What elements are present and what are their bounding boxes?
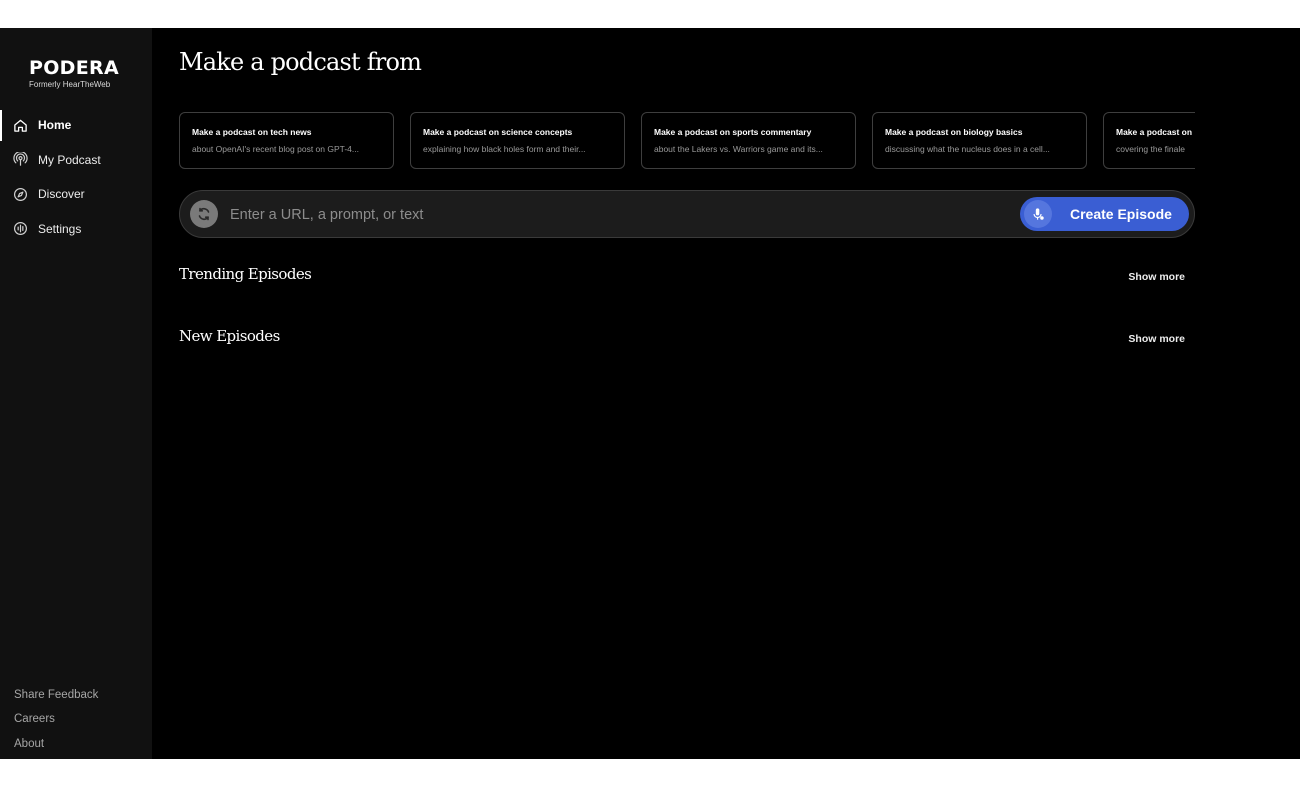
card-subtitle: explaining how black holes form and thei… — [423, 144, 586, 154]
card-title: Make a podcast on sports commentary — [654, 127, 812, 137]
share-feedback-link[interactable]: Share Feedback — [14, 683, 98, 708]
card-title: Make a podcast on tech news — [192, 127, 312, 137]
new-show-more-link[interactable]: Show more — [1128, 333, 1185, 345]
suggestion-card[interactable]: Make a podcast on biology basics discuss… — [872, 112, 1087, 169]
card-title: Make a podcast on science concepts — [423, 127, 573, 137]
logo[interactable]: PODERA Formerly HearTheWeb — [29, 57, 119, 89]
suggestion-card[interactable]: Make a podcast on sports commentary abou… — [641, 112, 856, 169]
home-icon — [13, 118, 28, 133]
podcast-icon — [13, 152, 28, 167]
prompt-input[interactable] — [228, 200, 1012, 230]
card-title: Make a podcast on biology basics — [885, 127, 1023, 137]
refresh-button[interactable] — [190, 200, 218, 228]
sidebar-item-discover[interactable]: Discover — [0, 177, 152, 212]
refresh-icon — [198, 207, 210, 221]
sidebar-nav: Home My Podcast Discover Settings — [0, 108, 152, 246]
suggestion-card[interactable]: Make a podcast on covering the finale — [1103, 112, 1195, 169]
compass-icon — [13, 187, 28, 202]
suggestion-cards: Make a podcast on tech news about OpenAI… — [179, 112, 1195, 172]
sidebar-item-label: Home — [38, 118, 72, 133]
brand-tagline: Formerly HearTheWeb — [29, 80, 111, 89]
sidebar-item-label: My Podcast — [38, 152, 101, 167]
main-content: Make a podcast from Make a podcast on te… — [152, 28, 1300, 759]
sidebar-item-settings[interactable]: Settings — [0, 212, 152, 247]
card-subtitle: discussing what the nucleus does in a ce… — [885, 144, 1050, 154]
sidebar-item-label: Settings — [38, 221, 82, 236]
create-episode-label: Create Episode — [1070, 206, 1172, 222]
new-episodes-title: New Episodes — [179, 327, 280, 345]
sidebar-item-my-podcast[interactable]: My Podcast — [0, 143, 152, 178]
about-link[interactable]: About — [14, 732, 98, 757]
trending-episodes-title: Trending Episodes — [179, 265, 312, 283]
brand-name: PODERA — [29, 57, 119, 79]
suggestion-card[interactable]: Make a podcast on science concepts expla… — [410, 112, 625, 169]
app-window: PODERA Formerly HearTheWeb Home My Podca… — [0, 28, 1300, 759]
sidebar-item-label: Discover — [38, 187, 85, 202]
card-subtitle: covering the finale — [1116, 144, 1185, 154]
card-subtitle: about OpenAI's recent blog post on GPT-4… — [192, 144, 359, 154]
suggestion-card[interactable]: Make a podcast on tech news about OpenAI… — [179, 112, 394, 169]
trending-show-more-link[interactable]: Show more — [1128, 271, 1185, 283]
careers-link[interactable]: Careers — [14, 707, 98, 732]
sidebar: PODERA Formerly HearTheWeb Home My Podca… — [0, 28, 152, 759]
card-subtitle: about the Lakers vs. Warriors game and i… — [654, 144, 823, 154]
card-title: Make a podcast on — [1116, 127, 1193, 137]
microphone-icon — [1024, 200, 1052, 228]
sidebar-footer: Share Feedback Careers About — [14, 683, 98, 757]
page-title: Make a podcast from — [179, 48, 422, 76]
settings-icon — [13, 221, 28, 236]
create-episode-button[interactable]: Create Episode — [1020, 197, 1189, 231]
sidebar-item-home[interactable]: Home — [0, 108, 152, 143]
prompt-bar: Create Episode — [179, 190, 1195, 238]
